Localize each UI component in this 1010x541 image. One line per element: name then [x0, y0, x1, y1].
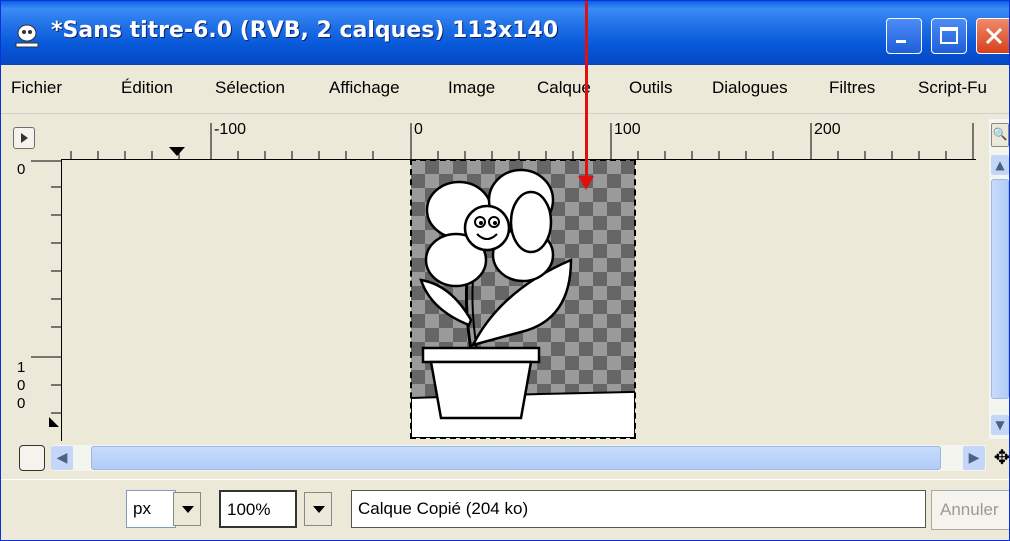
vertical-scrollbar[interactable]: 🔍 ▲ ▼ — [989, 119, 1009, 439]
horizontal-scrollbar-row: ◀ ▶ ✥ — [11, 441, 1009, 475]
layer-info-text: Calque Copié (204 ko) — [358, 499, 529, 518]
maximize-button[interactable] — [931, 18, 967, 54]
gimp-image-window: *Sans titre-6.0 (RVB, 2 calques) 113x140… — [0, 0, 1010, 541]
horizontal-scroll-thumb[interactable] — [91, 446, 941, 470]
annotation-arrow-line — [585, 1, 588, 181]
scroll-down-icon[interactable]: ▼ — [991, 415, 1009, 435]
menu-selection[interactable]: Sélection — [215, 78, 285, 98]
gimp-app-icon — [15, 24, 39, 48]
menu-affichage[interactable]: Affichage — [329, 78, 400, 98]
vruler-label-0: 0 — [17, 161, 26, 178]
ruler-label-100: 100 — [614, 121, 641, 138]
menu-fichier[interactable]: Fichier — [11, 78, 62, 98]
annotation-arrow-head — [578, 176, 594, 190]
minimize-icon — [896, 40, 906, 43]
vruler-label-0c: 0 — [17, 395, 26, 412]
horizontal-ruler[interactable]: -100 0 100 200 — [61, 119, 976, 160]
navigate-icon[interactable]: ✥ — [991, 445, 1009, 469]
zoom-input[interactable]: 100% — [219, 490, 297, 528]
ruler-label-200: 200 — [814, 121, 841, 138]
close-icon — [985, 27, 1003, 45]
menu-calque[interactable]: Calque — [537, 78, 591, 98]
vertical-scroll-thumb[interactable] — [991, 179, 1009, 399]
image-canvas[interactable] — [410, 159, 636, 439]
image-menu-button[interactable] — [5, 121, 45, 157]
layer-info: Calque Copié (204 ko) — [351, 490, 926, 528]
ruler-label-minus-100: -100 — [214, 121, 247, 138]
cancel-button[interactable]: Annuler — [931, 490, 1009, 530]
scroll-left-icon[interactable]: ◀ — [51, 446, 73, 470]
ruler-label-0: 0 — [414, 121, 423, 138]
unit-dropdown-button[interactable] — [173, 492, 201, 526]
menu-bar: Fichier Édition Sélection Affichage Imag… — [1, 67, 1009, 114]
menu-script-fu[interactable]: Script-Fu — [918, 78, 987, 98]
menu-image[interactable]: Image — [448, 78, 495, 98]
horizontal-scrollbar[interactable]: ◀ ▶ — [51, 445, 986, 471]
window-title: *Sans titre-6.0 (RVB, 2 calques) 113x140 — [51, 18, 559, 43]
vruler-label-0b: 0 — [17, 377, 26, 394]
menu-arrow-icon — [13, 127, 35, 149]
menu-dialogues[interactable]: Dialogues — [712, 78, 788, 98]
menu-edition[interactable]: Édition — [121, 78, 173, 98]
vertical-ruler[interactable]: 0 1 0 0 — [11, 159, 62, 441]
scroll-right-icon[interactable]: ▶ — [963, 446, 985, 470]
flower-pot-drawing — [410, 168, 636, 439]
maximize-icon — [940, 27, 958, 44]
menu-filtres[interactable]: Filtres — [829, 78, 875, 98]
scroll-up-icon[interactable]: ▲ — [991, 155, 1009, 175]
close-button[interactable] — [976, 18, 1009, 54]
quick-mask-icon[interactable] — [19, 445, 45, 471]
unit-select[interactable]: px — [126, 490, 176, 528]
status-bar: px 100% Calque Copié (204 ko) Annuler — [1, 479, 1009, 540]
vruler-label-1: 1 — [17, 359, 26, 376]
menu-outils[interactable]: Outils — [629, 78, 672, 98]
minimize-button[interactable] — [886, 18, 922, 54]
title-bar[interactable]: *Sans titre-6.0 (RVB, 2 calques) 113x140 — [1, 1, 1009, 65]
zoom-dropdown-button[interactable] — [304, 492, 332, 526]
zoom-icon[interactable]: 🔍 — [991, 123, 1009, 147]
